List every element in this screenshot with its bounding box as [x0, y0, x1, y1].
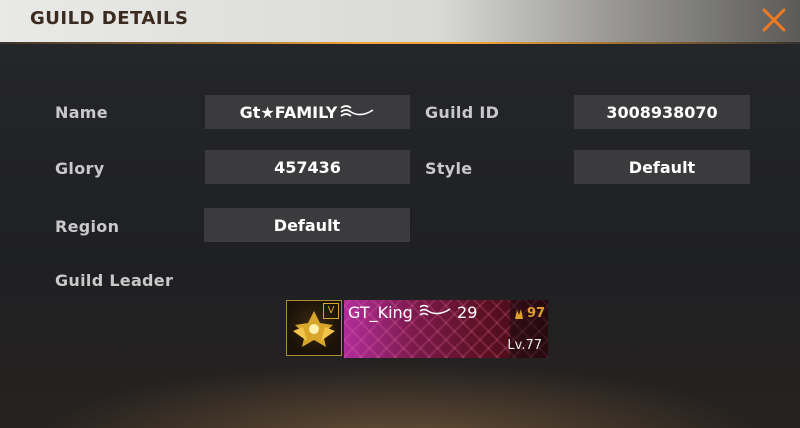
leader-name: GT_King: [348, 303, 413, 322]
guild-details-panel: GUILD DETAILS Name Gt★FAMILY Guild ID 30…: [0, 0, 800, 428]
leader-tag: 29: [457, 303, 478, 322]
avatar-badge: V: [323, 303, 339, 319]
guild-name-field: Gt★FAMILY: [205, 95, 410, 129]
guild-name-value: Gt★FAMILY: [239, 102, 338, 122]
leader-banner: GT_King 29 97 Lv.77: [344, 300, 548, 358]
region-field: Default: [204, 208, 410, 242]
leader-avatar: V: [286, 300, 342, 356]
glory-field: 457436: [205, 150, 410, 184]
guild-leader-card[interactable]: V GT_King 29 97 Lv.77: [286, 300, 548, 358]
header-divider: [0, 42, 800, 44]
wave-icon: [340, 105, 374, 117]
leader-level: Lv.77: [507, 338, 542, 353]
glory-label: Glory: [55, 159, 105, 178]
style-label: Style: [425, 159, 473, 178]
page-title: GUILD DETAILS: [30, 8, 189, 29]
close-icon[interactable]: [760, 6, 788, 34]
leader-name-row: GT_King 29: [348, 303, 477, 322]
wave-icon: [419, 304, 451, 316]
name-label: Name: [55, 103, 108, 122]
guild-id-field: 3008938070: [574, 95, 750, 129]
rank-box: 97 Lv.77: [507, 300, 548, 358]
region-label: Region: [55, 217, 120, 236]
rank-value: 97: [527, 306, 546, 321]
style-field: Default: [574, 150, 750, 184]
guild-leader-label: Guild Leader: [55, 271, 174, 290]
rank-icon: [515, 309, 523, 319]
guild-id-label: Guild ID: [425, 103, 500, 122]
